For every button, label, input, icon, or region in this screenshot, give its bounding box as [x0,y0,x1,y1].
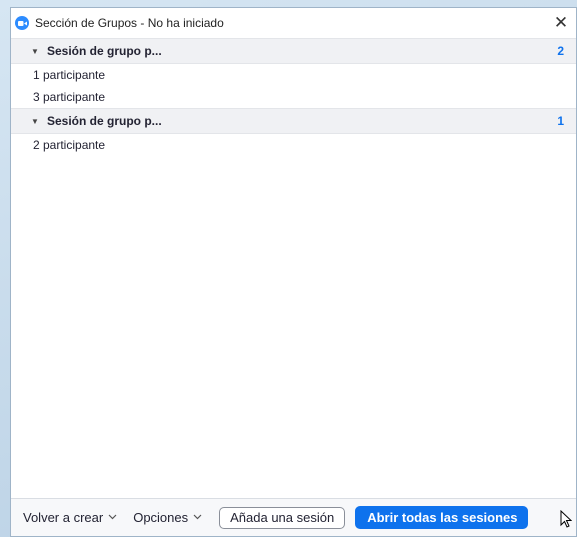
title-bar: Sección de Grupos - No ha iniciado ✕ [11,8,576,38]
group-header-2[interactable]: ▼ Sesión de grupo p... 1 [11,108,576,134]
chevron-down-icon [108,512,117,523]
rooms-list: ▼ Sesión de grupo p... 2 1 participante … [11,38,576,498]
close-icon: ✕ [553,13,569,32]
caret-down-icon: ▼ [31,116,39,126]
options-label: Opciones [133,510,189,525]
window-title: Sección de Grupos - No ha iniciado [35,16,224,30]
recreate-dropdown[interactable]: Volver a crear [18,510,122,525]
zoom-video-icon [15,16,29,30]
group-participant-count: 1 [557,114,564,128]
options-dropdown[interactable]: Opciones [128,510,207,525]
add-session-button[interactable]: Añada una sesión [219,506,346,529]
participant-item[interactable]: 1 participante [11,64,576,86]
group-name: Sesión de grupo p... [47,44,162,58]
breakout-rooms-window: Sección de Grupos - No ha iniciado ✕ ▼ S… [10,7,577,537]
chevron-down-icon [193,512,202,523]
close-button[interactable]: ✕ [546,8,576,38]
recreate-label: Volver a crear [23,510,104,525]
participant-item[interactable]: 2 participante [11,134,576,156]
footer-toolbar: Volver a crear Opciones Añada una sesión… [11,498,576,536]
group-header-1[interactable]: ▼ Sesión de grupo p... 2 [11,38,576,64]
caret-down-icon: ▼ [31,46,39,56]
group-name: Sesión de grupo p... [47,114,162,128]
group-participant-count: 2 [557,44,564,58]
open-all-sessions-button[interactable]: Abrir todas las sesiones [355,506,528,529]
participant-item[interactable]: 3 participante [11,86,576,108]
